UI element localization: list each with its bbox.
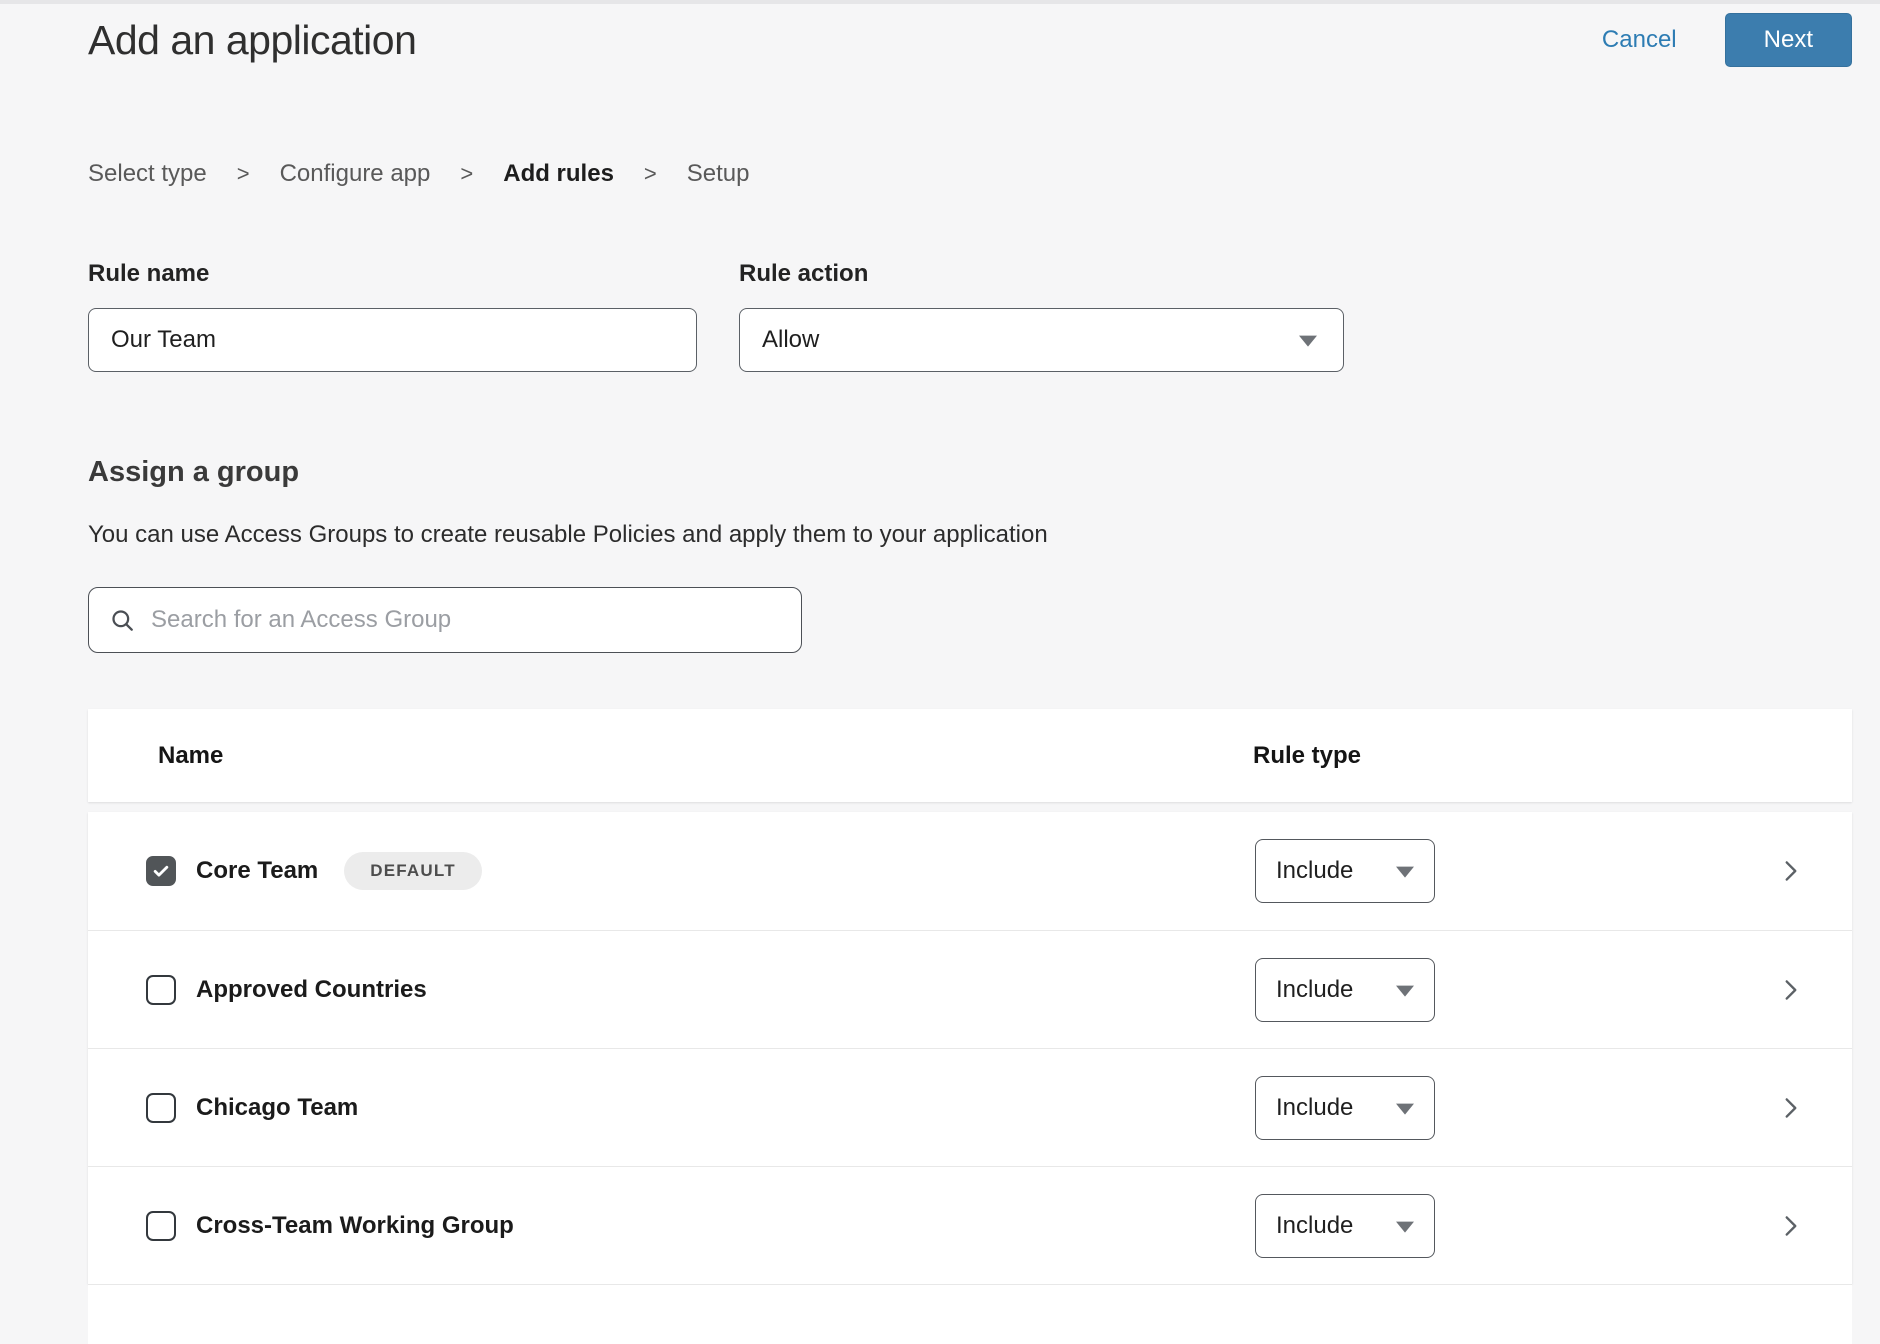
rule-action-label: Rule action (739, 260, 1344, 288)
chevron-down-icon (1396, 1221, 1414, 1232)
rule-action-field-group: Rule action Allow (739, 260, 1344, 372)
column-header-name: Name (158, 742, 223, 770)
breadcrumb-step[interactable]: Configure app (280, 160, 431, 188)
rule-type-value: Include (1276, 1212, 1353, 1240)
rule-action-value: Allow (762, 326, 819, 354)
rule-type-select[interactable]: Include (1255, 958, 1435, 1022)
rule-name-field-group: Rule name (88, 260, 697, 372)
check-icon (151, 861, 171, 881)
table-row-partial (88, 1284, 1852, 1344)
rule-type-select[interactable]: Include (1255, 1076, 1435, 1140)
rule-type-value: Include (1276, 857, 1353, 885)
rule-type-select[interactable]: Include (1255, 839, 1435, 903)
assign-group-heading: Assign a group (88, 456, 1852, 489)
rule-name-input[interactable] (88, 308, 697, 372)
table-row: Chicago Team Include (88, 1048, 1852, 1166)
breadcrumb: Select type > Configure app > Add rules … (88, 160, 1852, 188)
chevron-right-icon[interactable] (1778, 1211, 1804, 1241)
table-row: Approved Countries Include (88, 930, 1852, 1048)
rule-form: Rule name Rule action Allow (88, 260, 1852, 372)
column-header-rule-type: Rule type (1253, 742, 1361, 770)
table-row: Cross-Team Working Group Include (88, 1166, 1852, 1284)
chevron-right-icon[interactable] (1778, 856, 1804, 886)
group-name: Core Team (196, 857, 318, 885)
next-button[interactable]: Next (1725, 13, 1852, 67)
breadcrumb-separator: > (237, 161, 250, 187)
chevron-down-icon (1396, 1103, 1414, 1114)
group-name: Approved Countries (196, 976, 427, 1004)
row-checkbox[interactable] (146, 975, 176, 1005)
chevron-right-icon[interactable] (1778, 975, 1804, 1005)
search-icon (109, 607, 136, 634)
page-header: Add an application Cancel Next (88, 12, 1852, 68)
row-checkbox[interactable] (146, 1211, 176, 1241)
breadcrumb-step[interactable]: Setup (687, 160, 750, 188)
assign-group-description: You can use Access Groups to create reus… (88, 521, 1852, 549)
group-table-body: Core Team DEFAULT Include Approved Count… (88, 812, 1852, 1284)
chevron-down-icon (1396, 867, 1414, 878)
chevron-right-icon[interactable] (1778, 1093, 1804, 1123)
search-input[interactable] (151, 588, 781, 652)
header-actions: Cancel Next (1602, 14, 1852, 66)
default-badge: DEFAULT (344, 852, 482, 890)
rule-type-select[interactable]: Include (1255, 1194, 1435, 1258)
rule-action-select[interactable]: Allow (739, 308, 1344, 372)
add-application-page: Add an application Cancel Next Select ty… (0, 4, 1880, 1344)
table-row: Core Team DEFAULT Include (88, 812, 1852, 930)
breadcrumb-step[interactable]: Select type (88, 160, 207, 188)
breadcrumb-separator: > (644, 161, 657, 187)
breadcrumb-separator: > (460, 161, 473, 187)
access-group-search (88, 587, 802, 653)
chevron-down-icon (1299, 336, 1317, 347)
chevron-down-icon (1396, 985, 1414, 996)
page-title: Add an application (88, 12, 416, 68)
group-name: Cross-Team Working Group (196, 1212, 514, 1240)
rule-type-value: Include (1276, 976, 1353, 1004)
group-table-header: Name Rule type (88, 709, 1852, 802)
group-name: Chicago Team (196, 1094, 358, 1122)
rule-name-label: Rule name (88, 260, 697, 288)
row-checkbox[interactable] (146, 856, 176, 886)
cancel-button[interactable]: Cancel (1602, 26, 1677, 54)
breadcrumb-step[interactable]: Add rules (503, 160, 614, 188)
row-checkbox[interactable] (146, 1093, 176, 1123)
rule-type-value: Include (1276, 1094, 1353, 1122)
